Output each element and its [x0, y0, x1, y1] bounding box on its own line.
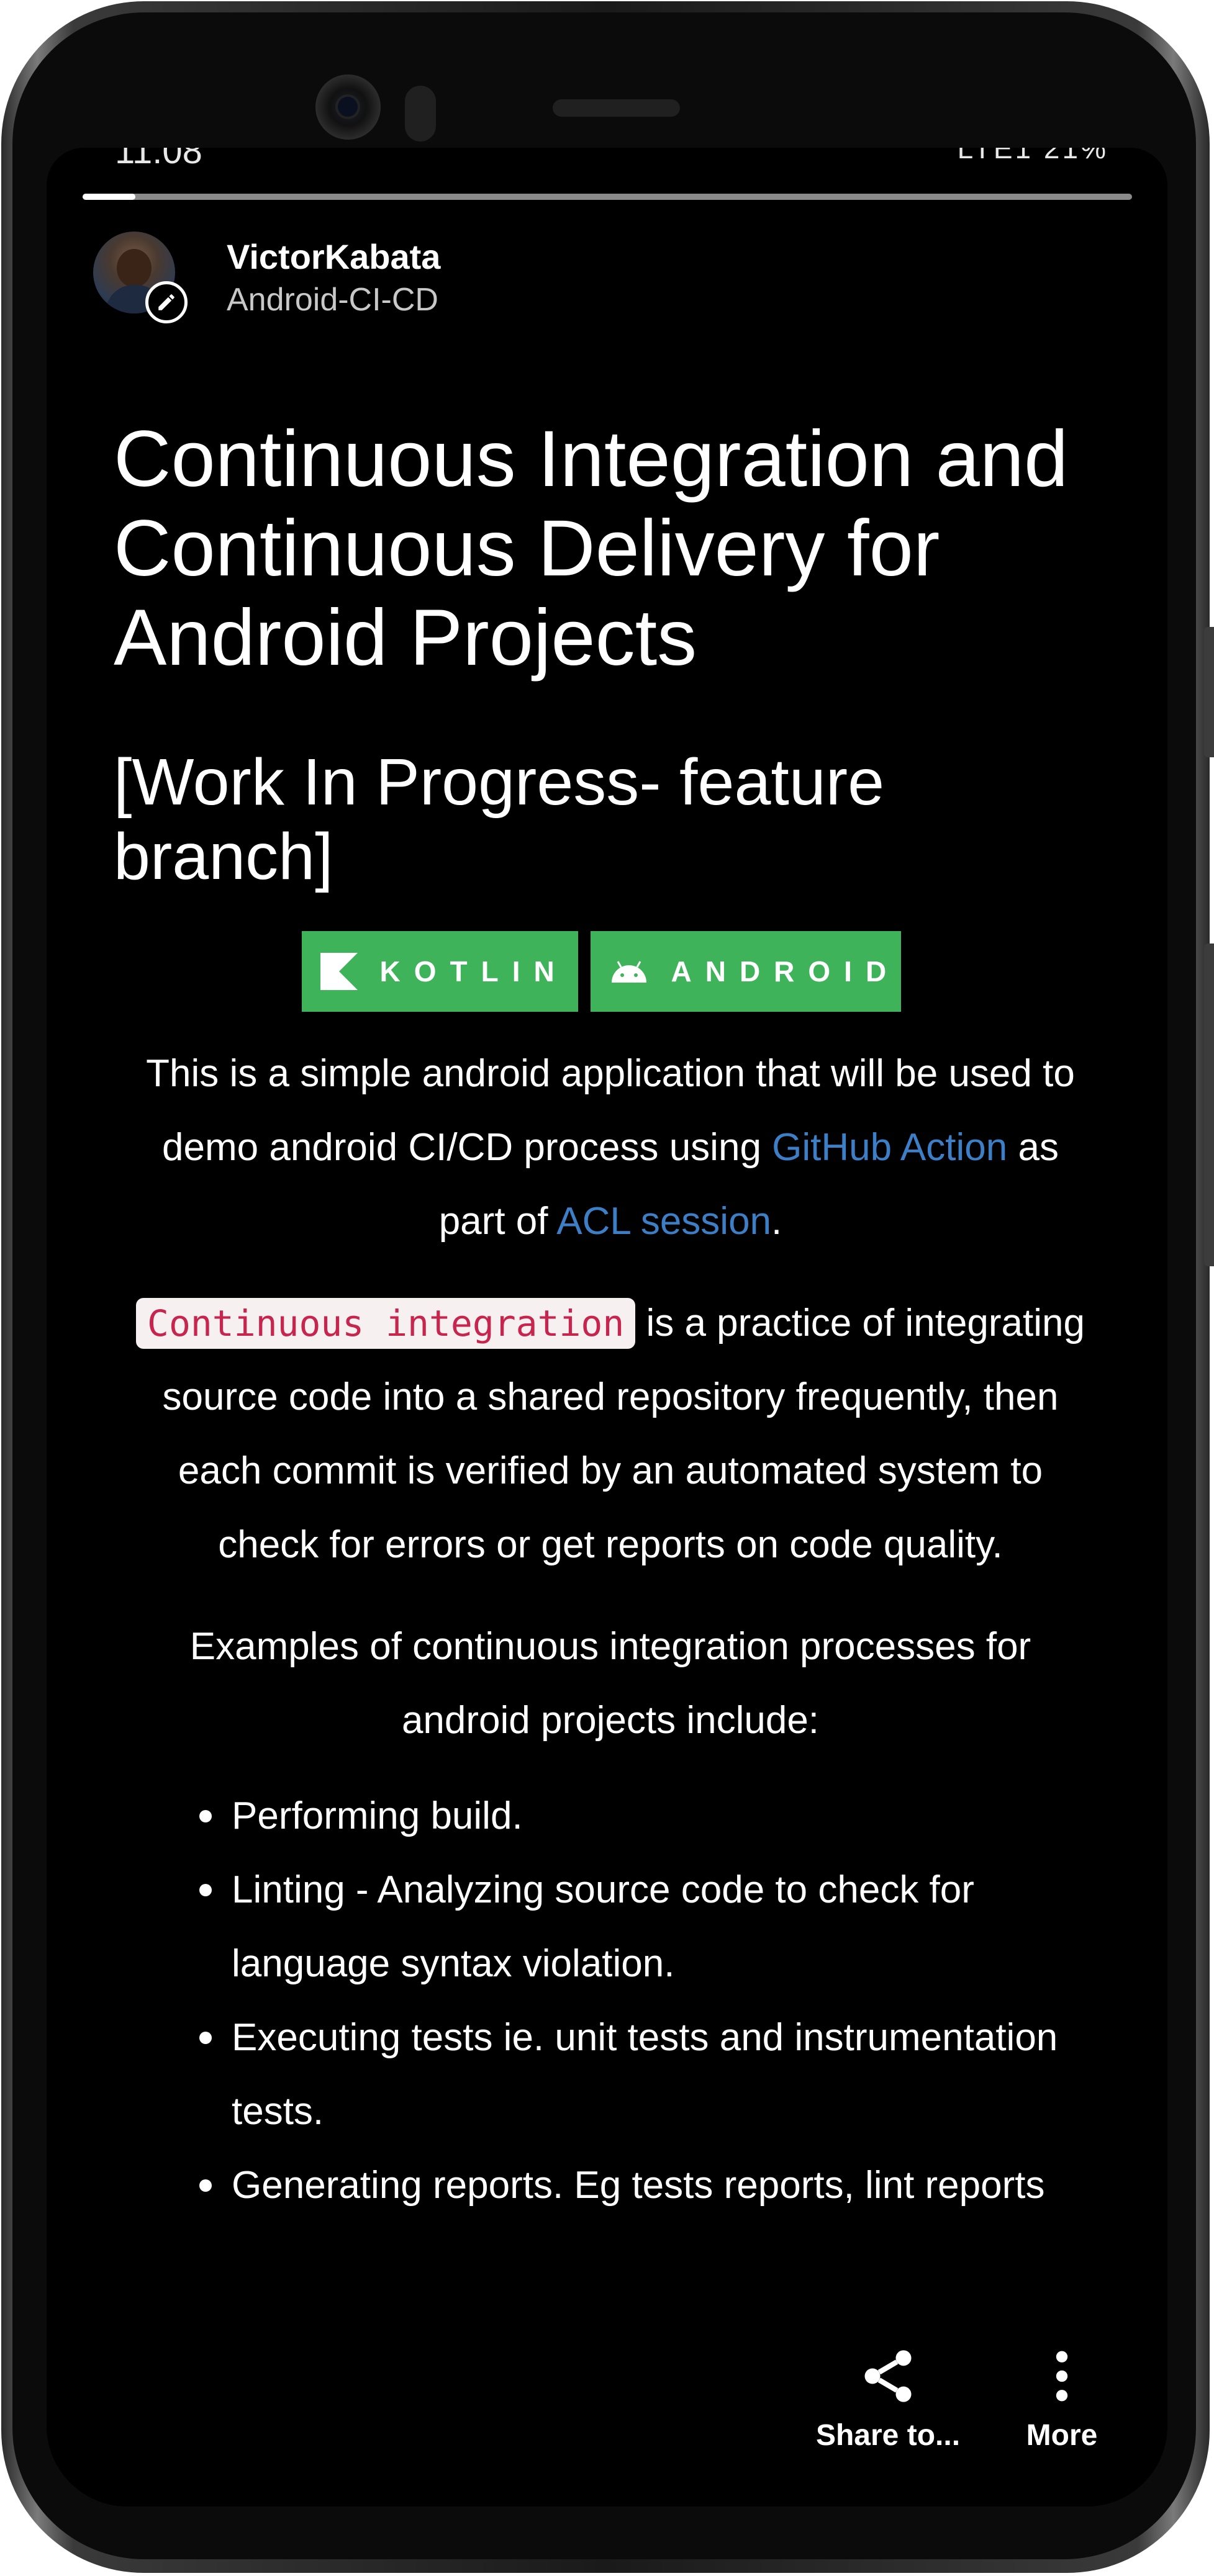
proximity-sensor [405, 86, 436, 142]
list-item: Performing build. [199, 1779, 1107, 1853]
github-action-link[interactable]: GitHub Action [772, 1126, 1007, 1169]
kotlin-badge-label: KOTLIN [379, 955, 568, 988]
readme-content: Continuous Integration and Continuous De… [114, 415, 1107, 2222]
examples-list: Performing build. Linting - Analyzing so… [114, 1779, 1107, 2222]
repo-owner[interactable]: VictorKabata [227, 236, 440, 277]
side-button-top [1204, 627, 1214, 757]
share-icon [864, 2350, 912, 2402]
badge-row: KOTLIN ANDROID [114, 931, 1107, 1012]
kotlin-badge[interactable]: KOTLIN [301, 931, 578, 1012]
pencil-icon [158, 294, 174, 310]
front-camera [315, 74, 381, 140]
kotlin-logo-icon [320, 953, 358, 990]
android-badge-label: ANDROID [671, 955, 900, 988]
share-button[interactable]: Share to... [807, 2345, 969, 2452]
intro-paragraph: This is a simple android application tha… [114, 1037, 1107, 1258]
phone-mockup: 11:08 LTE1 21% VictorKabata Android-CI-C… [0, 0, 1214, 2576]
status-time: 11:08 [115, 148, 202, 171]
list-item: Generating reports. Eg tests reports, li… [199, 2148, 1107, 2222]
edit-icon[interactable] [145, 281, 188, 323]
ci-paragraph: Continuous integration is a practice of … [114, 1286, 1107, 1582]
repo-name[interactable]: Android-CI-CD [227, 281, 438, 318]
list-item: Executing tests ie. unit tests and instr… [199, 2001, 1107, 2148]
android-logo-icon [611, 961, 646, 983]
status-indicators: LTE1 21% [957, 148, 1108, 164]
page-load-progress-fill [83, 194, 135, 200]
earpiece-speaker [553, 99, 680, 117]
ci-code-span: Continuous integration [136, 1298, 636, 1349]
share-label: Share to... [815, 2419, 961, 2452]
acl-session-link[interactable]: ACL session [556, 1200, 771, 1243]
more-label: More [1026, 2419, 1098, 2452]
bottom-fade [47, 2246, 1167, 2506]
list-item: Linting - Analyzing source code to check… [199, 1853, 1107, 2001]
readme-title: Continuous Integration and Continuous De… [114, 415, 1069, 682]
more-vertical-icon [1056, 2351, 1068, 2402]
readme-subtitle: [Work In Progress- feature branch] [114, 745, 885, 893]
intro-text-end: . [771, 1200, 782, 1243]
app-screen: 11:08 LTE1 21% VictorKabata Android-CI-C… [47, 148, 1167, 2506]
android-badge[interactable]: ANDROID [590, 931, 901, 1012]
more-button[interactable]: More [1015, 2345, 1108, 2452]
page-load-progress [83, 194, 1132, 200]
examples-intro: Examples of continuous integration proce… [189, 1625, 1031, 1742]
side-button-volume [1204, 943, 1214, 1266]
status-bar: 11:08 LTE1 21% [47, 148, 1167, 171]
